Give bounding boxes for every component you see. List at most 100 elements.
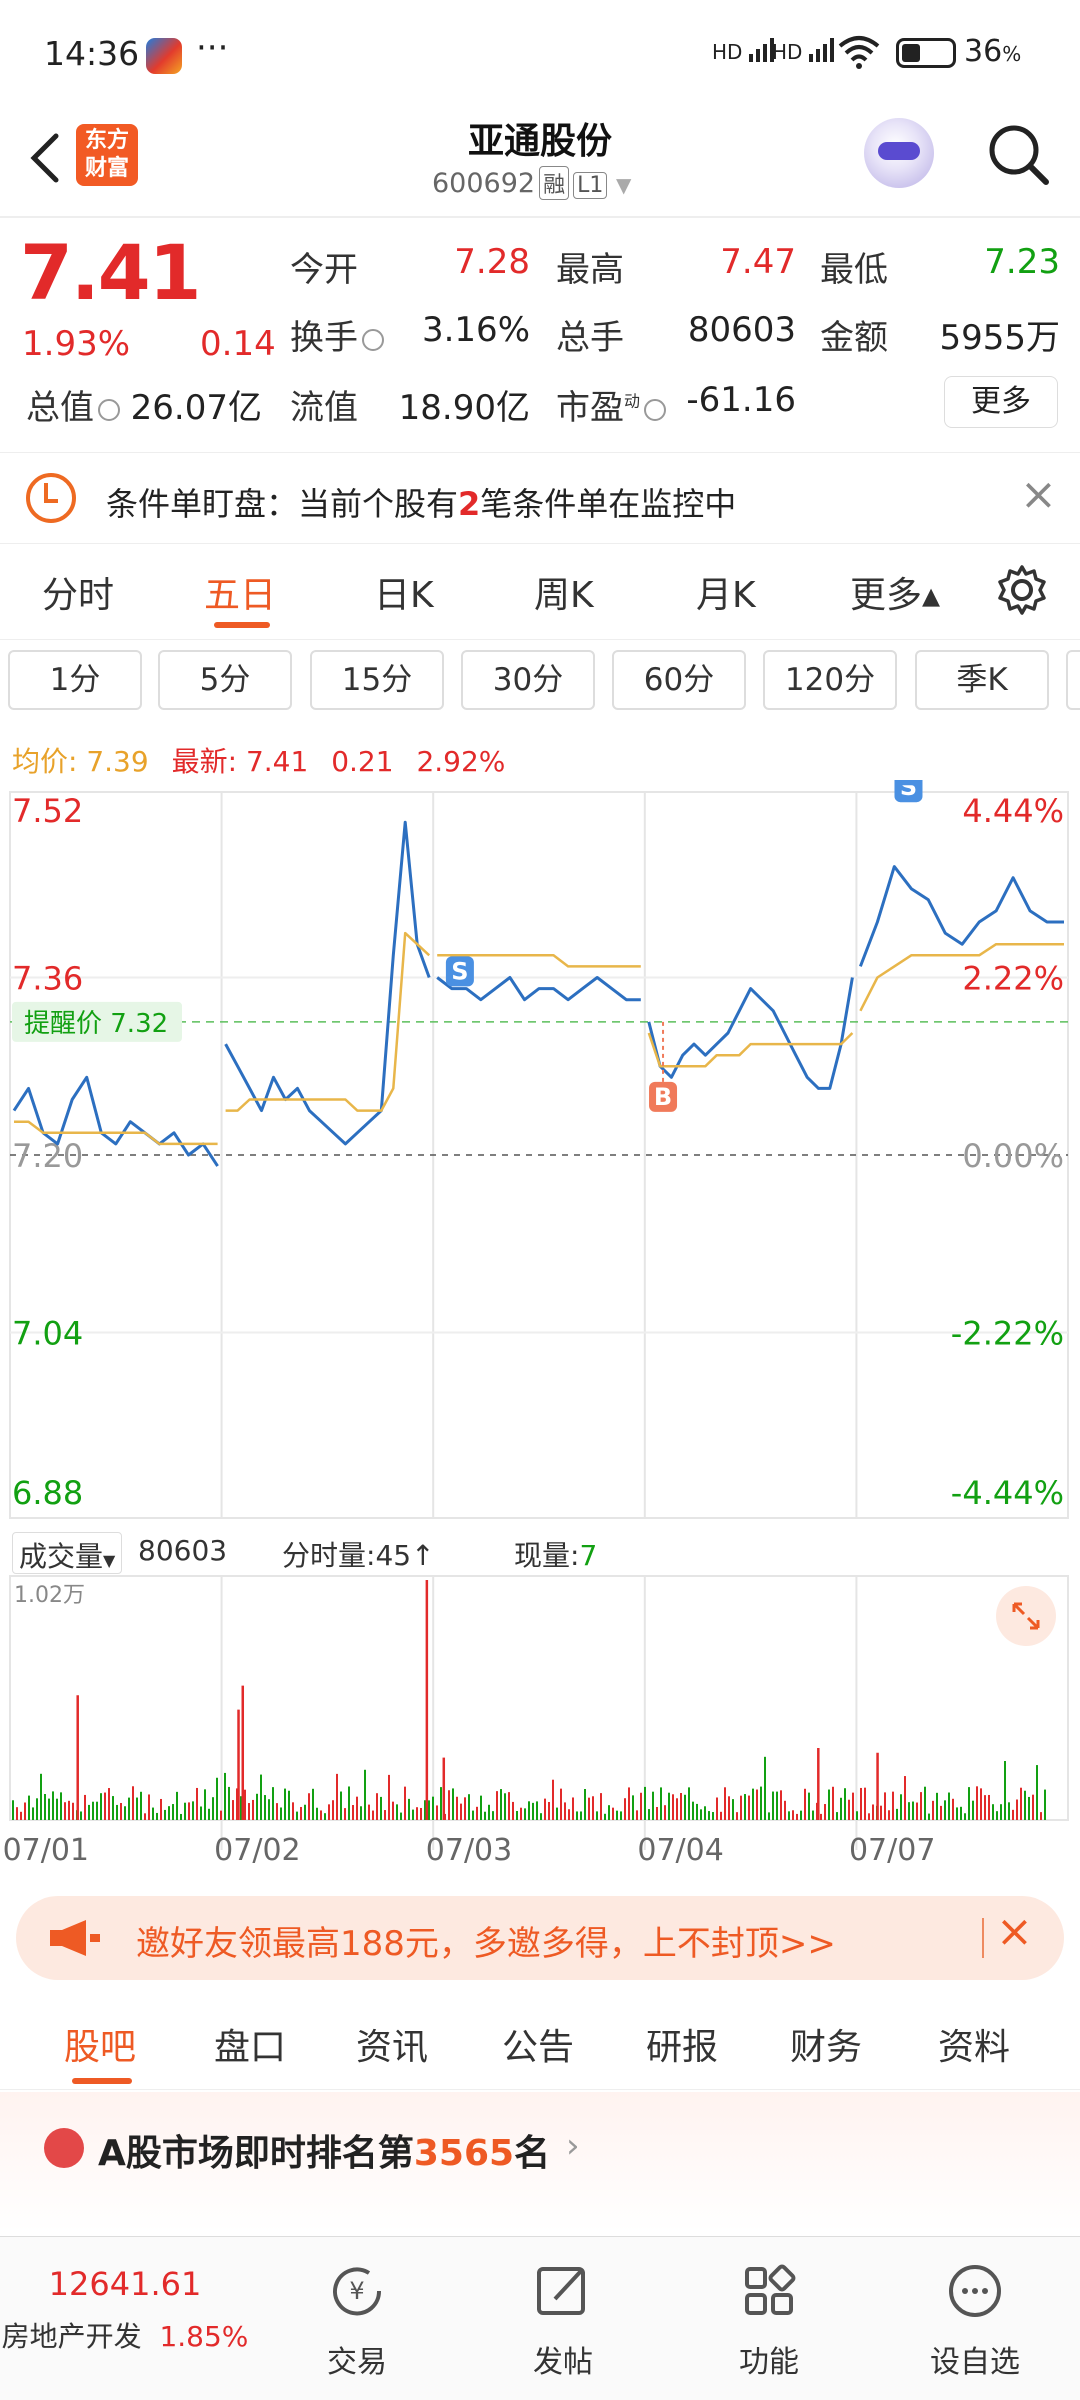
x-axis-label: 07/07 bbox=[849, 1833, 935, 1868]
latest-price: 7.41 bbox=[245, 745, 309, 778]
expand-icon-bg bbox=[996, 1586, 1056, 1646]
current-volume: 现量:7 bbox=[514, 1539, 598, 1572]
open-label: 今开 bbox=[290, 250, 358, 290]
volume-selector[interactable]: 成交量▼ bbox=[12, 1532, 123, 1574]
range-quarter-k[interactable]: 季K bbox=[915, 650, 1049, 710]
price-line bbox=[224, 820, 431, 1146]
status-bar: 14:36 ··· HD HD 36% bbox=[0, 0, 1080, 100]
alert-text: 条件单盯盘：当前个股有2笔条件单在监控中 bbox=[106, 485, 737, 523]
more-notifications-icon: ··· bbox=[196, 28, 229, 68]
active-subtab-indicator bbox=[72, 2078, 132, 2084]
tab-daily-k[interactable]: 日K bbox=[374, 566, 434, 618]
five-day-price-chart[interactable]: 提醒价 7.32 7.52 7.36 7.20 7.04 6.88 4.44% 2.22% 0.… bbox=[0, 780, 1080, 1530]
tab-news[interactable]: 资讯 bbox=[356, 2018, 428, 2070]
y-axis-label-right: 2.22% bbox=[962, 960, 1064, 998]
y-axis-label-right: 0.00% bbox=[962, 1137, 1064, 1175]
x-axis-label: 07/03 bbox=[426, 1833, 512, 1868]
edit-icon bbox=[537, 2267, 585, 2315]
sector-name: 房地产开发 bbox=[1, 2320, 142, 2353]
level-tag: L1 bbox=[573, 172, 608, 199]
range-1min[interactable]: 1分 bbox=[8, 650, 142, 710]
bar-chart-icon bbox=[44, 2128, 84, 2168]
megaphone-icon bbox=[50, 1920, 100, 1956]
assistant-robot-avatar[interactable] bbox=[864, 118, 934, 188]
stock-code: 600692 bbox=[432, 168, 536, 199]
low-label: 最低 bbox=[820, 250, 888, 290]
y-axis-label-right: -2.22% bbox=[951, 1315, 1064, 1353]
grid-icon bbox=[745, 2264, 796, 2315]
stock-code-row[interactable]: 600692 融 L1 ▼ bbox=[432, 166, 631, 200]
fenshi-volume: 分时量:45↑ bbox=[282, 1539, 435, 1572]
tab-more[interactable]: 更多▴ bbox=[850, 566, 940, 618]
period-tabs: 分时 五日 日K 周K 月K 更多▴ bbox=[0, 548, 1080, 640]
invite-banner[interactable]: 邀好友领最高188元，多邀多得，上不封顶>> × bbox=[16, 1896, 1064, 1980]
turnover-value: 3.16% bbox=[421, 310, 530, 350]
pe-label[interactable]: 市盈动 bbox=[556, 380, 667, 429]
y-axis-label-left: 7.52 bbox=[12, 792, 83, 830]
volume-chart[interactable]: 1.02万 07/01 07/02 07/03 07/04 07/07 bbox=[0, 1570, 1080, 1870]
volume-label: 总手 bbox=[556, 318, 624, 358]
banner-divider bbox=[982, 1918, 984, 1958]
low-value: 7.23 bbox=[984, 242, 1060, 282]
info-icon[interactable] bbox=[98, 398, 120, 421]
tab-weekly-k[interactable]: 周K bbox=[534, 566, 594, 618]
volume-max-label: 1.02万 bbox=[14, 1583, 85, 1608]
change-amount: 0.14 bbox=[200, 324, 276, 364]
tab-fenshi[interactable]: 分时 bbox=[42, 566, 114, 618]
tab-announcements[interactable]: 公告 bbox=[502, 2018, 574, 2070]
stock-header: 东方 财富 亚通股份 600692 融 L1 ▼ bbox=[0, 100, 1080, 218]
avg-price: 7.39 bbox=[86, 745, 149, 778]
gear-icon[interactable] bbox=[994, 562, 1050, 618]
x-axis-label: 07/04 bbox=[637, 1833, 723, 1868]
amount-label: 金额 bbox=[820, 318, 888, 358]
change-percent: 1.93% bbox=[22, 324, 131, 364]
wifi-icon bbox=[838, 36, 880, 69]
battery-level: 36% bbox=[964, 34, 1022, 69]
y-axis-label-right: -4.44% bbox=[951, 1474, 1064, 1512]
nav-post[interactable]: 发帖 bbox=[488, 2247, 638, 2381]
sector-index[interactable]: 12641.61 房地产开发 1.85% bbox=[0, 2265, 250, 2355]
condition-order-alert[interactable]: 条件单盯盘：当前个股有2笔条件单在监控中 × bbox=[0, 452, 1080, 544]
x-axis-label: 07/01 bbox=[3, 1833, 89, 1868]
market-cap-label[interactable]: 总值 bbox=[26, 380, 120, 429]
nav-trade[interactable]: ¥ 交易 bbox=[282, 2247, 432, 2381]
range-30min[interactable]: 30分 bbox=[461, 650, 595, 710]
tab-order-book[interactable]: 盘口 bbox=[214, 2018, 286, 2070]
content-tabs: 股吧 盘口 资讯 公告 研报 财务 资料 bbox=[0, 1998, 1080, 2090]
range-5min[interactable]: 5分 bbox=[158, 650, 292, 710]
close-icon[interactable]: × bbox=[1020, 473, 1057, 517]
range-overflow[interactable] bbox=[1066, 650, 1080, 710]
more-circle-icon bbox=[949, 2265, 1001, 2317]
svg-text:¥: ¥ bbox=[349, 2277, 364, 2305]
tab-research[interactable]: 研报 bbox=[646, 2018, 718, 2070]
market-rank-row[interactable]: A股市场即时排名第3565名 › bbox=[0, 2092, 1080, 2232]
range-60min[interactable]: 60分 bbox=[612, 650, 746, 710]
more-button[interactable]: 更多 bbox=[944, 376, 1058, 428]
clock-icon bbox=[26, 473, 76, 523]
range-15min[interactable]: 15分 bbox=[310, 650, 444, 710]
tab-forum[interactable]: 股吧 bbox=[64, 2018, 136, 2070]
y-axis-label-right: 4.44% bbox=[962, 792, 1064, 830]
bottom-navigation: 12641.61 房地产开发 1.85% ¥ 交易 发帖 功能 设自选 bbox=[0, 2236, 1080, 2400]
price-summary-line: 均价: 7.39 最新: 7.41 0.21 2.92% bbox=[12, 745, 506, 778]
range-120min[interactable]: 120分 bbox=[763, 650, 897, 710]
signal-hd-2-icon: HD bbox=[772, 36, 839, 64]
quote-panel: 7.41 1.93% 0.14 今开 7.28 最高 7.47 最低 7.23 … bbox=[0, 220, 1080, 448]
volume-value: 80603 bbox=[687, 310, 796, 350]
search-icon[interactable] bbox=[984, 120, 1052, 188]
nav-functions[interactable]: 功能 bbox=[694, 2247, 844, 2381]
tab-five-day[interactable]: 五日 bbox=[204, 566, 276, 618]
nav-add-watchlist[interactable]: 设自选 bbox=[900, 2247, 1050, 2381]
info-icon[interactable] bbox=[362, 328, 384, 351]
close-icon[interactable]: × bbox=[996, 1910, 1033, 1954]
tab-profile[interactable]: 资料 bbox=[938, 2018, 1010, 2070]
info-icon[interactable] bbox=[644, 398, 667, 421]
tab-monthly-k[interactable]: 月K bbox=[696, 566, 756, 618]
turnover-label[interactable]: 换手 bbox=[290, 310, 384, 359]
tab-finance[interactable]: 财务 bbox=[790, 2018, 862, 2070]
float-cap-label: 流值 bbox=[290, 388, 358, 428]
chevron-right-icon: › bbox=[566, 2126, 580, 2166]
pe-value: -61.16 bbox=[686, 380, 796, 420]
sector-index-value: 12641.61 bbox=[48, 2265, 202, 2303]
y-axis-label-left: 7.20 bbox=[12, 1137, 83, 1175]
